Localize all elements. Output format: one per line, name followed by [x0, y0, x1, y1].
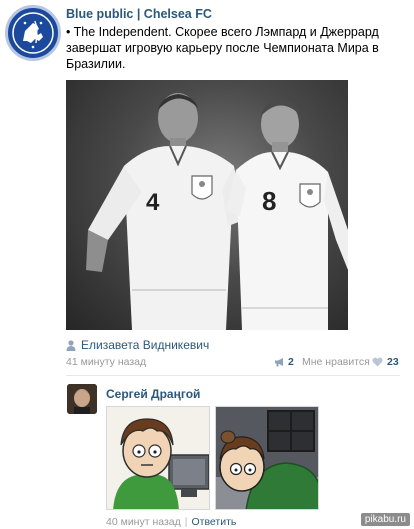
wall-post: Blue public | Chelsea FC • The Independe…: [0, 0, 414, 529]
comic-panel-1-art: [107, 407, 209, 509]
like-count: 23: [387, 356, 399, 368]
post-author-signature: Елизавета Видникевич: [66, 338, 209, 352]
post-text: • The Independent. Скорее всего Лэмпард …: [66, 25, 379, 71]
megaphone-icon: [275, 358, 283, 367]
comments-divider: [66, 375, 400, 376]
commenter-photo: [67, 384, 97, 414]
group-name-link[interactable]: Blue public | Chelsea FC: [66, 7, 212, 21]
group-avatar[interactable]: [5, 5, 61, 61]
post-photo[interactable]: 4 8: [66, 80, 348, 330]
shirt-number-left: 4: [146, 189, 160, 216]
comment-comic-image[interactable]: [106, 406, 320, 510]
comic-panel-1: [106, 406, 210, 510]
player-right: [226, 99, 348, 330]
post-author-link[interactable]: Елизавета Видникевич: [81, 338, 209, 352]
comic-panel-2: [215, 406, 319, 510]
like-button[interactable]: 23: [372, 356, 399, 368]
meta-separator: |: [184, 516, 188, 528]
footballers-illustration: 4 8: [86, 93, 348, 330]
heart-icon: [372, 357, 383, 367]
commenter-avatar[interactable]: [67, 384, 97, 414]
comment-time-link[interactable]: 40 минут назад: [106, 516, 181, 528]
pikabu-watermark: pikabu.ru: [360, 513, 410, 526]
post-time-link[interactable]: 41 минуту назад: [66, 356, 146, 368]
like-label[interactable]: Мне нравится: [302, 356, 370, 368]
shirt-number-right: 8: [262, 186, 276, 216]
reply-link[interactable]: Ответить: [192, 516, 237, 528]
share-button[interactable]: 2: [274, 356, 294, 368]
share-count: 2: [288, 356, 294, 368]
commenter-name-link[interactable]: Сергей Драңгой: [106, 387, 200, 401]
chelsea-lion-crest-icon: [12, 12, 54, 54]
post-meta-row: 41 минуту назад 2 Мне нравится 23: [66, 356, 400, 370]
player-left: [86, 93, 244, 330]
comment-meta-row: 40 минут назад | Ответить: [106, 516, 236, 528]
comic-panel-2-art: [216, 407, 318, 509]
person-icon: [66, 339, 76, 351]
